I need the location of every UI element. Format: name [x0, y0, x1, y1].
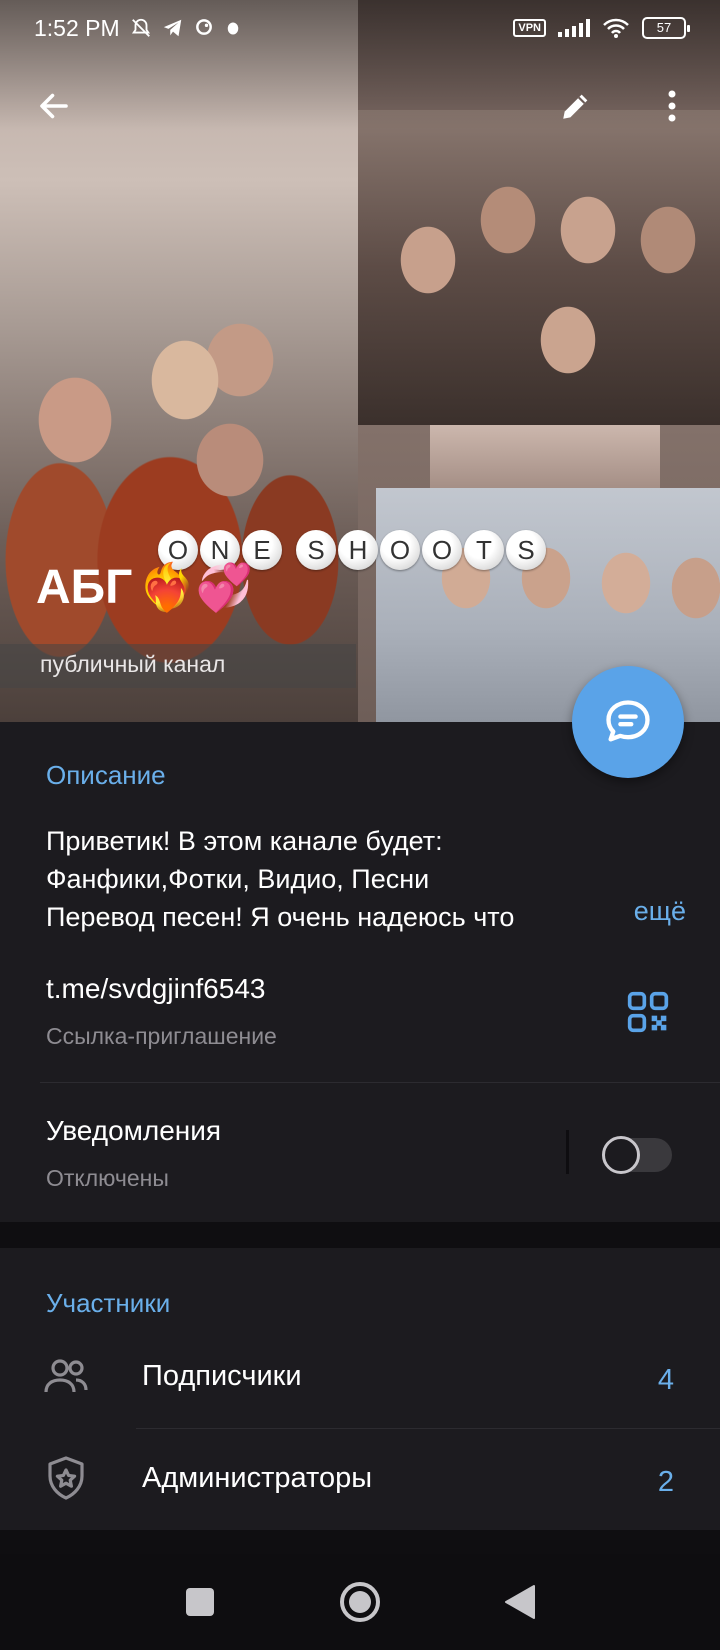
description-header: Описание — [46, 760, 166, 790]
app-icon-2 — [227, 22, 238, 35]
wifi-icon — [603, 18, 629, 38]
members-row-label: Подписчики — [142, 1360, 302, 1392]
telegram-icon — [163, 19, 181, 37]
qr-code-button[interactable] — [626, 990, 670, 1034]
invite-link-value[interactable]: t.me/svdgjinf6543 — [46, 973, 265, 1005]
chat-bubble-icon — [606, 700, 650, 742]
people-icon — [44, 1359, 88, 1393]
mute-bell-icon — [131, 18, 150, 37]
system-nav-bar — [0, 1554, 720, 1650]
vpn-badge: VPN — [513, 19, 546, 37]
notifications-title[interactable]: Уведомления — [46, 1115, 221, 1147]
more-menu-button[interactable] — [648, 82, 696, 130]
more-vertical-icon — [668, 90, 676, 122]
notifications-toggle[interactable] — [602, 1136, 672, 1174]
description-more-link[interactable]: ещё — [593, 896, 686, 927]
channel-title: АБГ ❤️‍🔥💞 — [36, 560, 253, 615]
signal-icon — [558, 19, 590, 37]
members-row-subscribers[interactable]: Подписчики 4 — [0, 1326, 720, 1426]
channel-subtitle: публичный канал — [40, 651, 226, 677]
pencil-icon — [563, 94, 588, 119]
edit-button[interactable] — [552, 82, 600, 130]
back-triangle-icon — [505, 1585, 535, 1619]
members-row-admins[interactable]: Администраторы 2 — [0, 1428, 720, 1528]
section-gap — [0, 1222, 720, 1248]
channel-name: АБГ — [36, 561, 133, 614]
back-button[interactable] — [30, 82, 78, 130]
qr-code-icon — [627, 991, 669, 1033]
nav-home-button[interactable] — [336, 1578, 384, 1626]
channel-description[interactable]: Приветик! В этом канале будет: Фанфики,Ф… — [46, 822, 686, 936]
open-chat-button[interactable] — [572, 666, 684, 778]
description-line: Перевод песен! Я очень надеюсь что — [46, 902, 515, 932]
members-row-count: 2 — [657, 1466, 674, 1498]
arrow-left-icon — [40, 93, 68, 119]
section-gap — [0, 1530, 720, 1554]
battery-icon: 57 — [642, 17, 690, 39]
status-notification-icons — [130, 17, 242, 39]
home-circle-icon — [340, 1582, 380, 1622]
cover-photo-top-right — [358, 110, 720, 425]
members-header: Участники — [46, 1288, 171, 1318]
invite-link-label: Ссылка-приглашение — [46, 1023, 277, 1049]
toggle-knob — [602, 1136, 640, 1174]
toggle-separator — [566, 1130, 569, 1174]
members-row-count: 4 — [657, 1364, 674, 1396]
description-line: Приветик! В этом канале будет: — [46, 826, 443, 856]
nav-back-button[interactable] — [496, 1578, 544, 1626]
divider — [40, 1082, 720, 1083]
status-bar: 1:52 PM VPN 57 — [0, 0, 720, 56]
admin-shield-icon — [48, 1456, 84, 1500]
app-icon — [195, 19, 212, 35]
nav-recents-button[interactable] — [176, 1578, 224, 1626]
notifications-status: Отключены — [46, 1165, 169, 1191]
description-line: Фанфики,Фотки, Видио, Песни — [46, 864, 430, 894]
recents-square-icon — [186, 1588, 214, 1616]
channel-title-emoji: ❤️‍🔥💞 — [138, 561, 253, 613]
members-row-label: Администраторы — [142, 1462, 373, 1494]
status-time: 1:52 PM — [34, 14, 120, 41]
cover-photo-strip — [430, 425, 660, 488]
status-system-icons: VPN 57 — [513, 17, 690, 39]
